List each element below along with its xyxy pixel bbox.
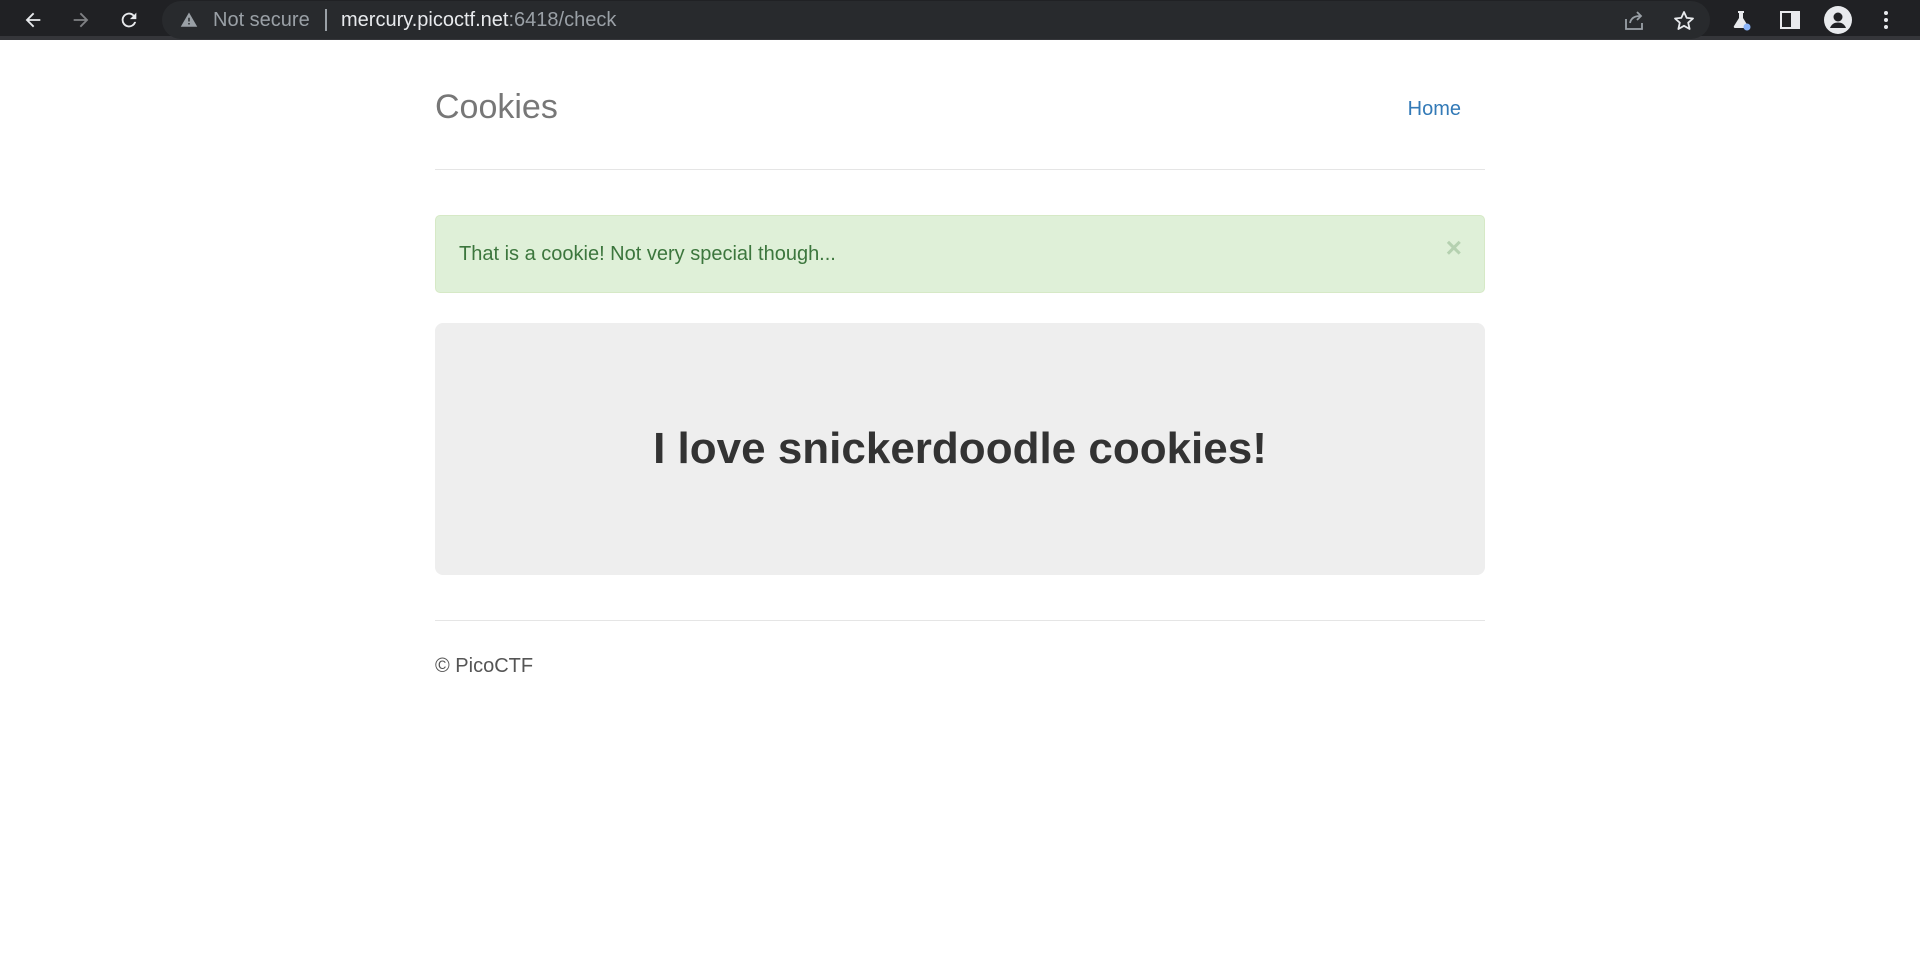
forward-arrow-icon bbox=[73, 12, 89, 28]
site-footer: © PicoCTF bbox=[435, 620, 1485, 677]
site-header: Cookies Home bbox=[435, 40, 1485, 170]
omnibox-divider bbox=[325, 9, 327, 31]
nav-home-link[interactable]: Home bbox=[1408, 98, 1461, 121]
site-brand: Cookies bbox=[435, 88, 558, 126]
jumbotron-heading: I love snickerdoodle cookies! bbox=[653, 424, 1267, 473]
back-arrow-icon bbox=[25, 12, 41, 28]
footer-copyright: © PicoCTF bbox=[435, 655, 534, 677]
alert-message: That is a cookie! Not very special thoug… bbox=[459, 243, 836, 265]
flask-icon bbox=[1733, 11, 1751, 31]
labs-button[interactable] bbox=[1727, 6, 1755, 34]
back-button[interactable] bbox=[17, 4, 49, 36]
warning-icon bbox=[180, 12, 198, 27]
reload-icon bbox=[121, 12, 137, 28]
side-panel-icon bbox=[1780, 11, 1800, 29]
profile-button[interactable] bbox=[1824, 6, 1852, 34]
url-host: mercury.picoctf.net bbox=[341, 9, 509, 31]
side-panel-button[interactable] bbox=[1776, 6, 1804, 34]
jumbotron: I love snickerdoodle cookies! bbox=[435, 323, 1485, 575]
profile-avatar-icon bbox=[1824, 6, 1852, 34]
share-icon[interactable] bbox=[1622, 9, 1646, 33]
url-path: :6418/check bbox=[508, 9, 617, 31]
security-label[interactable]: Not secure bbox=[213, 9, 310, 32]
forward-button[interactable] bbox=[65, 4, 97, 36]
bookmark-star-icon[interactable] bbox=[1672, 9, 1696, 33]
reload-button[interactable] bbox=[113, 4, 145, 36]
address-bar[interactable]: Not secure mercury.picoctf.net:6418/chec… bbox=[162, 1, 1710, 39]
kebab-menu-icon bbox=[1884, 11, 1888, 29]
url-text[interactable]: mercury.picoctf.net:6418/check bbox=[341, 9, 616, 32]
success-alert: That is a cookie! Not very special thoug… bbox=[435, 215, 1485, 293]
page-container: Cookies Home That is a cookie! Not very … bbox=[435, 40, 1485, 677]
alert-close-button[interactable]: × bbox=[1446, 234, 1462, 262]
browser-toolbar: Not secure mercury.picoctf.net:6418/chec… bbox=[0, 0, 1920, 40]
menu-button[interactable] bbox=[1872, 6, 1900, 34]
